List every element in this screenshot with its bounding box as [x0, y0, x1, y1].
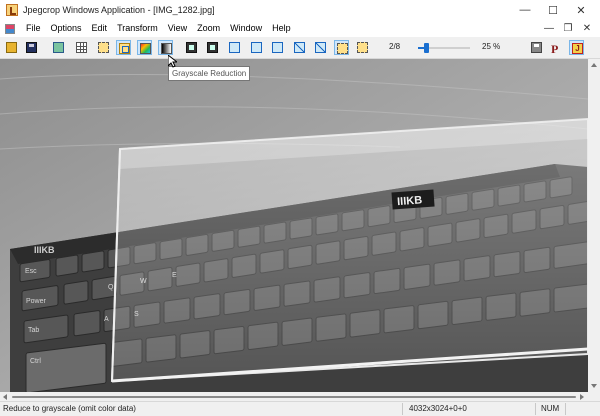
film-icon: [186, 42, 197, 53]
status-separator: [565, 403, 566, 415]
status-message: Reduce to grayscale (omit color data): [3, 404, 136, 413]
doc-restore-button[interactable]: ❐: [559, 20, 577, 37]
doc-minimize-button[interactable]: —: [540, 20, 558, 37]
trim-button[interactable]: [334, 40, 349, 55]
optimize-icon: [357, 42, 368, 53]
j-letter-icon: J: [572, 43, 583, 54]
application-window: Jpegcrop Windows Application - [IMG_1282…: [0, 0, 600, 416]
image-icon: [53, 42, 64, 53]
photo: Esc Power Tab Ctrl Q W E A S IIIKB IIIKB: [0, 59, 588, 392]
menu-edit[interactable]: Edit: [87, 20, 113, 37]
menu-zoom[interactable]: Zoom: [192, 20, 225, 37]
scroll-left-arrow-icon[interactable]: [3, 394, 7, 400]
film-next-button[interactable]: [205, 40, 220, 55]
menu-transform[interactable]: Transform: [112, 20, 163, 37]
menu-help[interactable]: Help: [267, 20, 296, 37]
mouse-cursor-icon: [168, 55, 177, 68]
flip-vertical-button[interactable]: [249, 40, 264, 55]
grid-button[interactable]: [74, 40, 89, 55]
select-all-button[interactable]: [96, 40, 111, 55]
grayscale-icon: [161, 43, 172, 54]
folder-open-icon: [6, 42, 17, 53]
menu-file[interactable]: File: [21, 20, 46, 37]
menu-window[interactable]: Window: [225, 20, 267, 37]
toolbar: 2/8 25 % P J: [0, 37, 600, 59]
zoom-slider[interactable]: [418, 43, 470, 53]
small-logo-text: IIIKB: [34, 245, 55, 255]
flip-horizontal-button[interactable]: [227, 40, 242, 55]
tooltip: Grayscale Reduction: [168, 66, 251, 81]
print-button[interactable]: [529, 40, 544, 55]
status-bar: Reduce to grayscale (omit color data) 40…: [0, 401, 600, 416]
minimize-button[interactable]: —: [510, 0, 540, 20]
transpose-button[interactable]: [292, 40, 307, 55]
transverse-icon: [315, 42, 326, 53]
transpose-icon: [294, 42, 305, 53]
key-label-ctrl: Ctrl: [30, 358, 41, 365]
j-button[interactable]: J: [569, 40, 584, 55]
window-title: Jpegcrop Windows Application - [IMG_1282…: [23, 5, 215, 15]
status-dimensions: 4032x3024+0+0: [409, 404, 467, 413]
film-next-icon: [207, 42, 218, 53]
grid-icon: [76, 42, 87, 53]
crop-button[interactable]: [116, 40, 131, 55]
rotate-90-button[interactable]: [270, 40, 285, 55]
key-label-esc: Esc: [25, 268, 37, 275]
page-indicator: 2/8: [389, 42, 401, 51]
doc-close-button[interactable]: ✕: [578, 20, 596, 37]
close-button[interactable]: ✕: [566, 0, 596, 20]
horizontal-scroll-thumb[interactable]: [12, 396, 576, 398]
optimize-button[interactable]: [355, 40, 370, 55]
key-label-tab: Tab: [28, 327, 39, 334]
selection-icon: [98, 42, 109, 53]
crop-icon: [119, 43, 130, 54]
document-icon[interactable]: [5, 23, 15, 34]
maximize-button[interactable]: ☐: [538, 0, 568, 20]
color-button[interactable]: [137, 40, 152, 55]
status-num-lock: NUM: [541, 404, 560, 413]
scroll-down-arrow-icon[interactable]: [591, 384, 597, 388]
printer-icon: [531, 42, 542, 53]
save-button[interactable]: [24, 40, 39, 55]
scroll-right-arrow-icon[interactable]: [580, 394, 584, 400]
vertical-scrollbar[interactable]: [588, 59, 600, 392]
app-icon: [6, 4, 18, 16]
menu-bar: File Options Edit Transform View Zoom Wi…: [0, 20, 600, 37]
zoom-slider-thumb[interactable]: [424, 43, 429, 53]
rotate-icon: [272, 42, 283, 53]
logo-text: IIIKB: [397, 194, 423, 208]
image-viewport[interactable]: Esc Power Tab Ctrl Q W E A S IIIKB IIIKB: [0, 59, 588, 392]
flip-horizontal-icon: [229, 42, 240, 53]
floppy-disk-icon: [26, 42, 37, 53]
p-letter-icon: P: [551, 42, 559, 56]
p-button[interactable]: P: [549, 40, 564, 56]
menu-view[interactable]: View: [163, 20, 192, 37]
grayscale-reduction-button[interactable]: [158, 40, 173, 55]
transverse-button[interactable]: [313, 40, 328, 55]
menu-options[interactable]: Options: [46, 20, 87, 37]
key-label-q: Q: [108, 284, 114, 291]
status-separator: [535, 403, 536, 415]
open-button[interactable]: [4, 40, 19, 55]
scroll-up-arrow-icon[interactable]: [591, 63, 597, 67]
key-label-power: Power: [26, 298, 47, 305]
image-info-button[interactable]: [51, 40, 66, 55]
color-icon: [140, 43, 151, 54]
title-bar: Jpegcrop Windows Application - [IMG_1282…: [0, 0, 600, 20]
key-label-a: A: [104, 316, 109, 323]
trim-icon: [337, 43, 348, 54]
horizontal-scrollbar[interactable]: [0, 392, 588, 401]
film-button[interactable]: [184, 40, 199, 55]
flip-vertical-icon: [251, 42, 262, 53]
status-separator: [402, 403, 403, 415]
zoom-percent: 25 %: [482, 42, 501, 51]
